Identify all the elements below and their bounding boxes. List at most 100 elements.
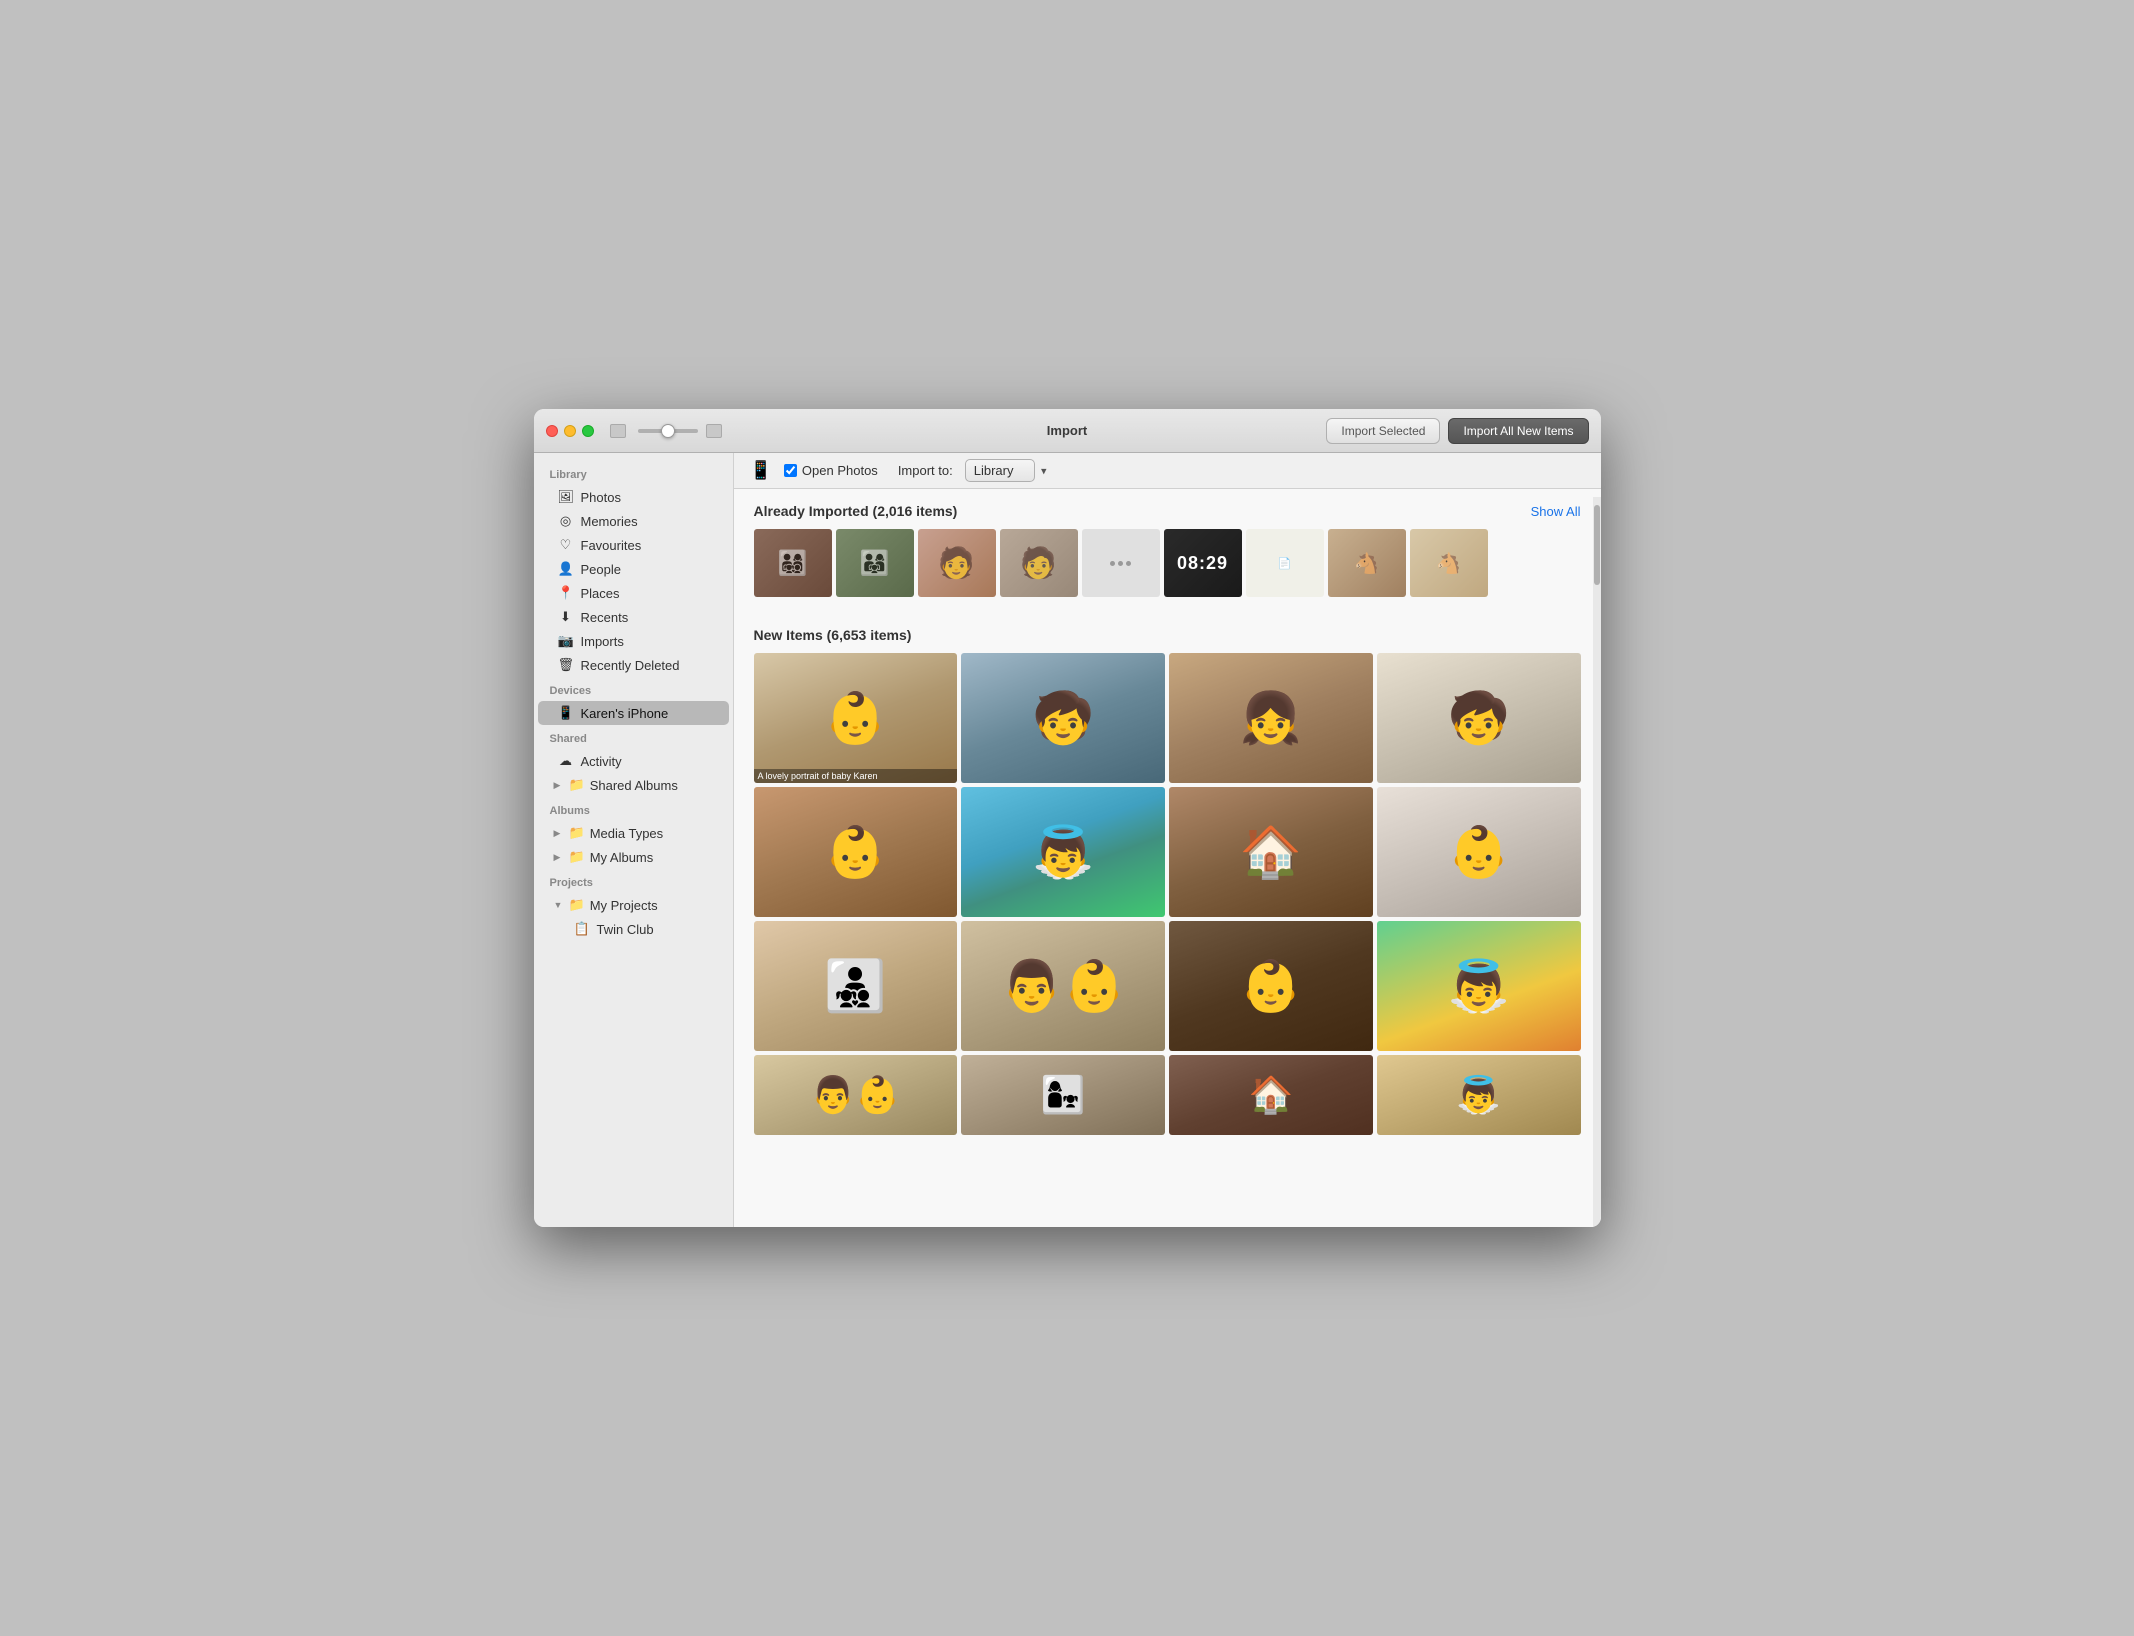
new-item-14[interactable]: 👩‍👧	[961, 1055, 1165, 1135]
sidebar-item-activity[interactable]: ☁ Activity	[538, 749, 729, 773]
new-item-8[interactable]: 👶	[1377, 787, 1581, 917]
sidebar-item-favourites[interactable]: ♡ Favourites	[538, 533, 729, 557]
library-section-header: Library	[534, 461, 733, 485]
sidebar-item-people[interactable]: 👤 People	[538, 557, 729, 581]
thumb-5[interactable]	[1082, 529, 1160, 597]
import-selected-button[interactable]: Import Selected	[1326, 418, 1440, 444]
sidebar-item-recents-label: Recents	[581, 610, 629, 625]
scrollbar-track[interactable]	[1593, 497, 1601, 1227]
sidebar-item-media-types[interactable]: 📁 Media Types	[538, 821, 729, 845]
sidebar-item-shared-albums-label: Shared Albums	[590, 778, 678, 793]
open-photos-checkbox[interactable]	[784, 464, 797, 477]
view-toggle-button[interactable]	[706, 424, 722, 438]
import-area[interactable]: Already Imported (2,016 items) Show All …	[734, 489, 1601, 1227]
new-item-7[interactable]: 🏠	[1169, 787, 1373, 917]
new-item-2[interactable]: 🧒	[961, 653, 1165, 783]
thumb-1[interactable]: 👨‍👩‍👧‍👦	[754, 529, 832, 597]
new-item-15[interactable]: 🏠	[1169, 1055, 1373, 1135]
titlebar: Import Import Selected Import All New It…	[534, 409, 1601, 453]
import-to-label: Import to:	[898, 463, 953, 478]
imports-icon: 📷	[558, 633, 574, 649]
new-item-11[interactable]: 👶	[1169, 921, 1373, 1051]
close-button[interactable]	[546, 425, 558, 437]
phone-device-icon: 📱	[750, 460, 772, 481]
import-to-select[interactable]: Library Album	[965, 459, 1035, 482]
sidebar-item-people-label: People	[581, 562, 621, 577]
new-item-3[interactable]: 👧	[1169, 653, 1373, 783]
thumb-3[interactable]: 🧑	[918, 529, 996, 597]
photos-icon: 🖼	[558, 489, 574, 505]
my-projects-icon: 📁	[569, 897, 585, 913]
new-items-grid: 👶 A lovely portrait of baby Karen 🧒 👧	[734, 653, 1601, 1151]
new-item-1[interactable]: 👶 A lovely portrait of baby Karen	[754, 653, 958, 783]
sidebar-item-memories-label: Memories	[581, 514, 638, 529]
new-item-16[interactable]: 👼	[1377, 1055, 1581, 1135]
sidebar-item-favourites-label: Favourites	[581, 538, 642, 553]
sidebar-item-memories[interactable]: ◎ Memories	[538, 509, 729, 533]
devices-section-header: Devices	[534, 677, 733, 701]
titlebar-actions: Import Selected Import All New Items	[1326, 418, 1588, 444]
sidebar-item-imports-label: Imports	[581, 634, 624, 649]
media-types-chevron	[554, 828, 564, 839]
new-item-4[interactable]: 🧒	[1377, 653, 1581, 783]
sidebar-item-my-projects-label: My Projects	[590, 898, 658, 913]
sidebar: Library 🖼 Photos ◎ Memories ♡ Favourites…	[534, 453, 734, 1227]
sidebar-item-places[interactable]: 📍 Places	[538, 581, 729, 605]
sidebar-item-places-label: Places	[581, 586, 620, 601]
window-title: Import	[1047, 423, 1087, 438]
sidebar-item-shared-albums[interactable]: 📁 Shared Albums	[538, 773, 729, 797]
activity-icon: ☁	[558, 753, 574, 769]
import-to-select-wrapper[interactable]: Library Album	[965, 459, 1053, 482]
thumb-4[interactable]: 🧑	[1000, 529, 1078, 597]
thumb-6[interactable]: 08:29	[1164, 529, 1242, 597]
sidebar-toggle-button[interactable]	[610, 424, 626, 438]
media-types-icon: 📁	[569, 825, 585, 841]
sidebar-item-activity-label: Activity	[581, 754, 622, 769]
sidebar-item-karens-iphone[interactable]: 📱 Karen's iPhone	[538, 701, 729, 725]
sidebar-item-recently-deleted-label: Recently Deleted	[581, 658, 680, 673]
people-icon: 👤	[558, 561, 574, 577]
sidebar-item-twin-club[interactable]: 📋 Twin Club	[538, 917, 729, 941]
sidebar-item-imports[interactable]: 📷 Imports	[538, 629, 729, 653]
new-item-12[interactable]: 👼	[1377, 921, 1581, 1051]
already-imported-title: Already Imported (2,016 items)	[754, 503, 958, 519]
open-photos-label: Open Photos	[802, 463, 878, 478]
thumb-8[interactable]: 🐴	[1328, 529, 1406, 597]
my-albums-chevron	[554, 852, 564, 863]
shared-albums-chevron	[554, 780, 564, 791]
photo-caption-1: A lovely portrait of baby Karen	[754, 769, 958, 783]
sidebar-item-my-albums[interactable]: 📁 My Albums	[538, 845, 729, 869]
titlebar-controls	[610, 424, 722, 438]
projects-section-header: Projects	[534, 869, 733, 893]
main-content: Library 🖼 Photos ◎ Memories ♡ Favourites…	[534, 453, 1601, 1227]
places-icon: 📍	[558, 585, 574, 601]
sidebar-item-my-projects[interactable]: 📁 My Projects	[538, 893, 729, 917]
new-item-5[interactable]: 👶	[754, 787, 958, 917]
new-item-6[interactable]: 👼	[961, 787, 1165, 917]
zoom-slider-thumb[interactable]	[661, 424, 675, 438]
new-item-10[interactable]: 👨‍👶	[961, 921, 1165, 1051]
scrollbar-thumb[interactable]	[1594, 505, 1600, 585]
sidebar-item-karens-iphone-label: Karen's iPhone	[581, 706, 669, 721]
zoom-slider-track[interactable]	[638, 429, 698, 433]
recents-icon: ⬇	[558, 609, 574, 625]
new-item-9[interactable]: 👨‍👧‍👦	[754, 921, 958, 1051]
new-item-13[interactable]: 👨‍👶	[754, 1055, 958, 1135]
minimize-button[interactable]	[564, 425, 576, 437]
traffic-lights	[546, 425, 594, 437]
import-all-button[interactable]: Import All New Items	[1448, 418, 1588, 444]
iphone-icon: 📱	[558, 705, 574, 721]
thumb-2[interactable]: 👨‍👩‍👧	[836, 529, 914, 597]
thumb-9[interactable]: 🐴	[1410, 529, 1488, 597]
thumb-7[interactable]: 📄	[1246, 529, 1324, 597]
sidebar-item-my-albums-label: My Albums	[590, 850, 654, 865]
maximize-button[interactable]	[582, 425, 594, 437]
sidebar-item-photos[interactable]: 🖼 Photos	[538, 485, 729, 509]
twin-club-icon: 📋	[574, 921, 590, 937]
sidebar-item-recently-deleted[interactable]: 🗑 Recently Deleted	[538, 653, 729, 677]
sidebar-item-recents[interactable]: ⬇ Recents	[538, 605, 729, 629]
sidebar-item-media-types-label: Media Types	[590, 826, 663, 841]
open-photos-checkbox-label[interactable]: Open Photos	[784, 463, 878, 478]
new-items-header: New Items (6,653 items)	[734, 613, 1601, 653]
show-all-link[interactable]: Show All	[1531, 504, 1581, 519]
